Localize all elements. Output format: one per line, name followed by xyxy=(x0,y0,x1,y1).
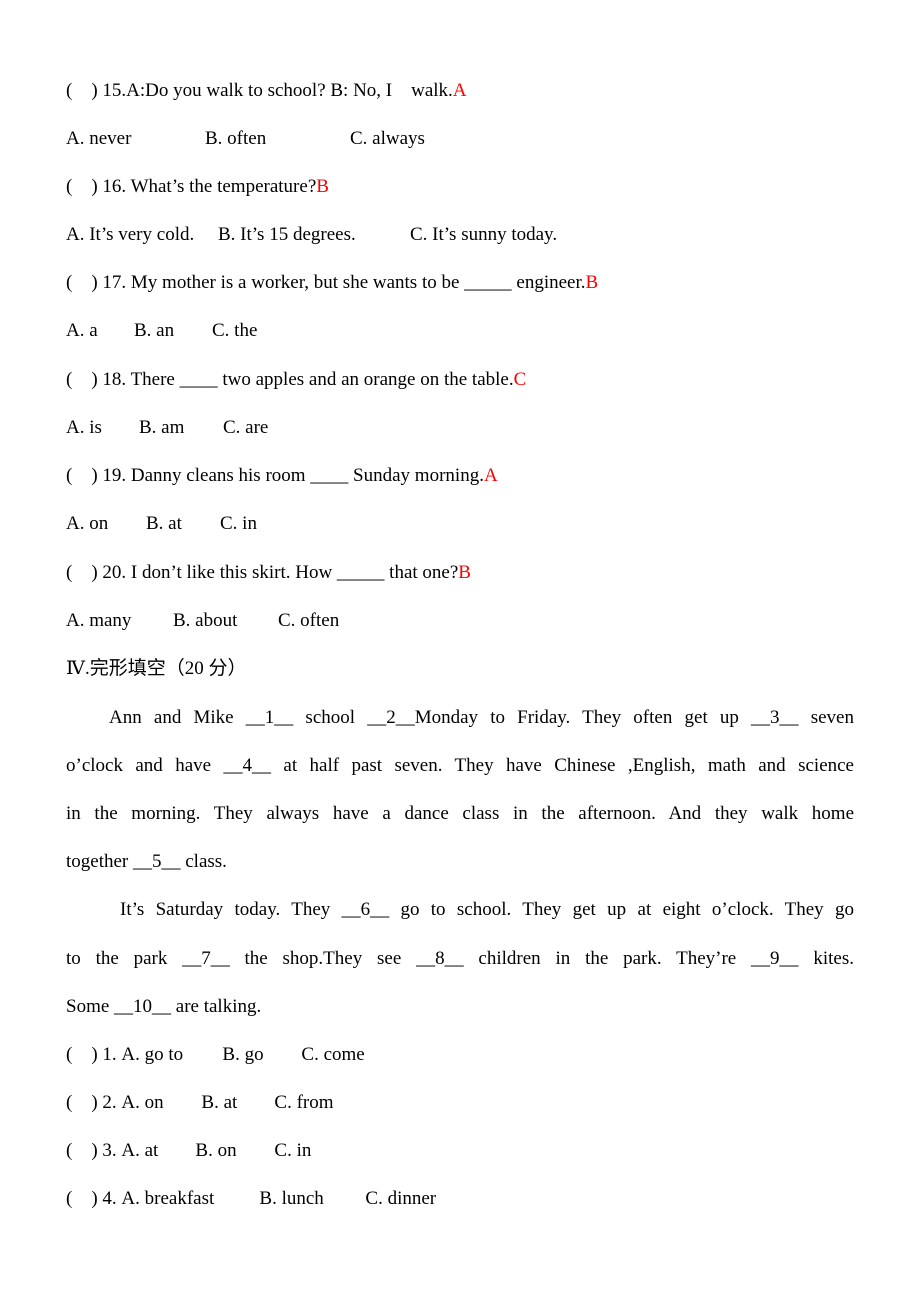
option-a: A. It’s very cold. xyxy=(66,224,195,245)
options-15: A. never B. often C. always xyxy=(66,127,425,151)
cloze-question-1: ( ) 1. A. go to B. go C. come xyxy=(66,1043,365,1067)
option-b: B. at xyxy=(201,1092,238,1113)
passage-line: to the park __7__ the shop.They see __8_… xyxy=(66,948,854,969)
option-a: A. at xyxy=(121,1140,159,1161)
option-b: B. lunch xyxy=(259,1188,324,1209)
question-19: ( ) 19. Danny cleans his room ____ Sunda… xyxy=(66,464,498,488)
options-17: A. a B. an C. the xyxy=(66,319,257,343)
option-c: C. from xyxy=(274,1092,334,1113)
passage-line: o’clock and have __4__ at half past seve… xyxy=(66,755,854,776)
option-c: C. It’s sunny today. xyxy=(410,224,558,245)
option-a: A. is xyxy=(66,417,102,438)
cloze-question-3: ( ) 3. A. at B. on C. in xyxy=(66,1139,311,1163)
options-18: A. is B. am C. are xyxy=(66,416,268,440)
question-17: ( ) 17. My mother is a worker, but she w… xyxy=(66,271,598,295)
answer-key: B xyxy=(585,272,599,293)
option-b: B. go xyxy=(222,1044,264,1065)
question-stem: 15.A:Do you walk to school? B: No, I wal… xyxy=(97,80,453,101)
answer-paren: ( ) xyxy=(66,562,98,583)
options-16: A. It’s very cold. B. It’s 15 degrees. C. … xyxy=(66,223,557,247)
option-c: C. in xyxy=(274,1140,312,1161)
option-b: B. an xyxy=(134,320,175,341)
option-a: A. breakfast xyxy=(121,1188,215,1209)
options-19: A. on B. at C. in xyxy=(66,512,257,536)
answer-key: B xyxy=(316,176,329,197)
passage-line: Ann and Mike __1__ school __2__Monday to… xyxy=(109,707,854,728)
answer-paren: ( ) xyxy=(66,1092,98,1113)
answer-paren: ( ) xyxy=(66,465,98,486)
answer-paren: ( ) xyxy=(66,369,98,390)
option-c: C. often xyxy=(278,610,340,631)
answer-paren: ( ) xyxy=(66,176,98,197)
question-number: 4. xyxy=(97,1188,117,1209)
option-c: C. the xyxy=(212,320,258,341)
answer-paren: ( ) xyxy=(66,80,98,101)
question-stem: 19. Danny cleans his room ____ Sunday mo… xyxy=(97,465,484,486)
passage-line: It’s Saturday today. They __6__ go to sc… xyxy=(120,899,854,920)
question-stem: 16. What’s the temperature? xyxy=(97,176,317,197)
option-a: A. many xyxy=(66,610,132,631)
option-b: B. about xyxy=(173,610,238,631)
answer-key: B xyxy=(458,562,471,583)
option-a: A. on xyxy=(121,1092,164,1113)
option-a: A. on xyxy=(66,513,109,534)
option-b: B. It’s 15 degrees. xyxy=(218,224,356,245)
cloze-question-4: ( ) 4. A. breakfast B. lunch C. dinner xyxy=(66,1187,436,1211)
question-18: ( ) 18. There ____ two apples and an ora… xyxy=(66,368,526,392)
question-stem: 17. My mother is a worker, but she wants… xyxy=(97,272,586,293)
section-title: Ⅳ.完形填空（20 分） xyxy=(66,658,247,679)
answer-key: A xyxy=(452,80,467,101)
option-a: A. a xyxy=(66,320,98,341)
answer-paren: ( ) xyxy=(66,1044,98,1065)
options-20: A. many B. about C. often xyxy=(66,609,339,633)
question-stem: 18. There ____ two apples and an orange … xyxy=(97,369,514,390)
question-16: ( ) 16. What’s the temperature?B xyxy=(66,175,329,199)
passage-line: Some __10__ are talking. xyxy=(66,996,262,1017)
option-c: C. always xyxy=(350,128,425,149)
question-20: ( ) 20. I don’t like this skirt. How ___… xyxy=(66,561,471,585)
question-number: 1. xyxy=(97,1044,117,1065)
answer-paren: ( ) xyxy=(66,1188,98,1209)
question-stem: 20. I don’t like this skirt. How _____ t… xyxy=(97,562,459,583)
question-15: ( ) 15.A:Do you walk to school? B: No, I… xyxy=(66,79,467,103)
option-b: B. on xyxy=(195,1140,237,1161)
passage-line: in the morning. They always have a dance… xyxy=(66,803,854,824)
question-number: 3. xyxy=(97,1140,117,1161)
passage-line: together __5__ class. xyxy=(66,851,227,872)
option-b: B. am xyxy=(139,417,185,438)
option-b: B. often xyxy=(205,128,267,149)
option-c: C. in xyxy=(220,513,257,534)
option-c: C. come xyxy=(301,1044,365,1065)
answer-key: A xyxy=(483,465,498,486)
answer-paren: ( ) xyxy=(66,272,98,293)
option-b: B. at xyxy=(146,513,182,534)
option-a: A. go to xyxy=(121,1044,184,1065)
option-c: C. dinner xyxy=(365,1188,437,1209)
question-number: 2. xyxy=(97,1092,117,1113)
answer-paren: ( ) xyxy=(66,1140,98,1161)
answer-key: C xyxy=(513,369,527,390)
option-c: C. are xyxy=(223,417,269,438)
option-a: A. never xyxy=(66,128,132,149)
cloze-question-2: ( ) 2. A. on B. at C. from xyxy=(66,1091,334,1115)
